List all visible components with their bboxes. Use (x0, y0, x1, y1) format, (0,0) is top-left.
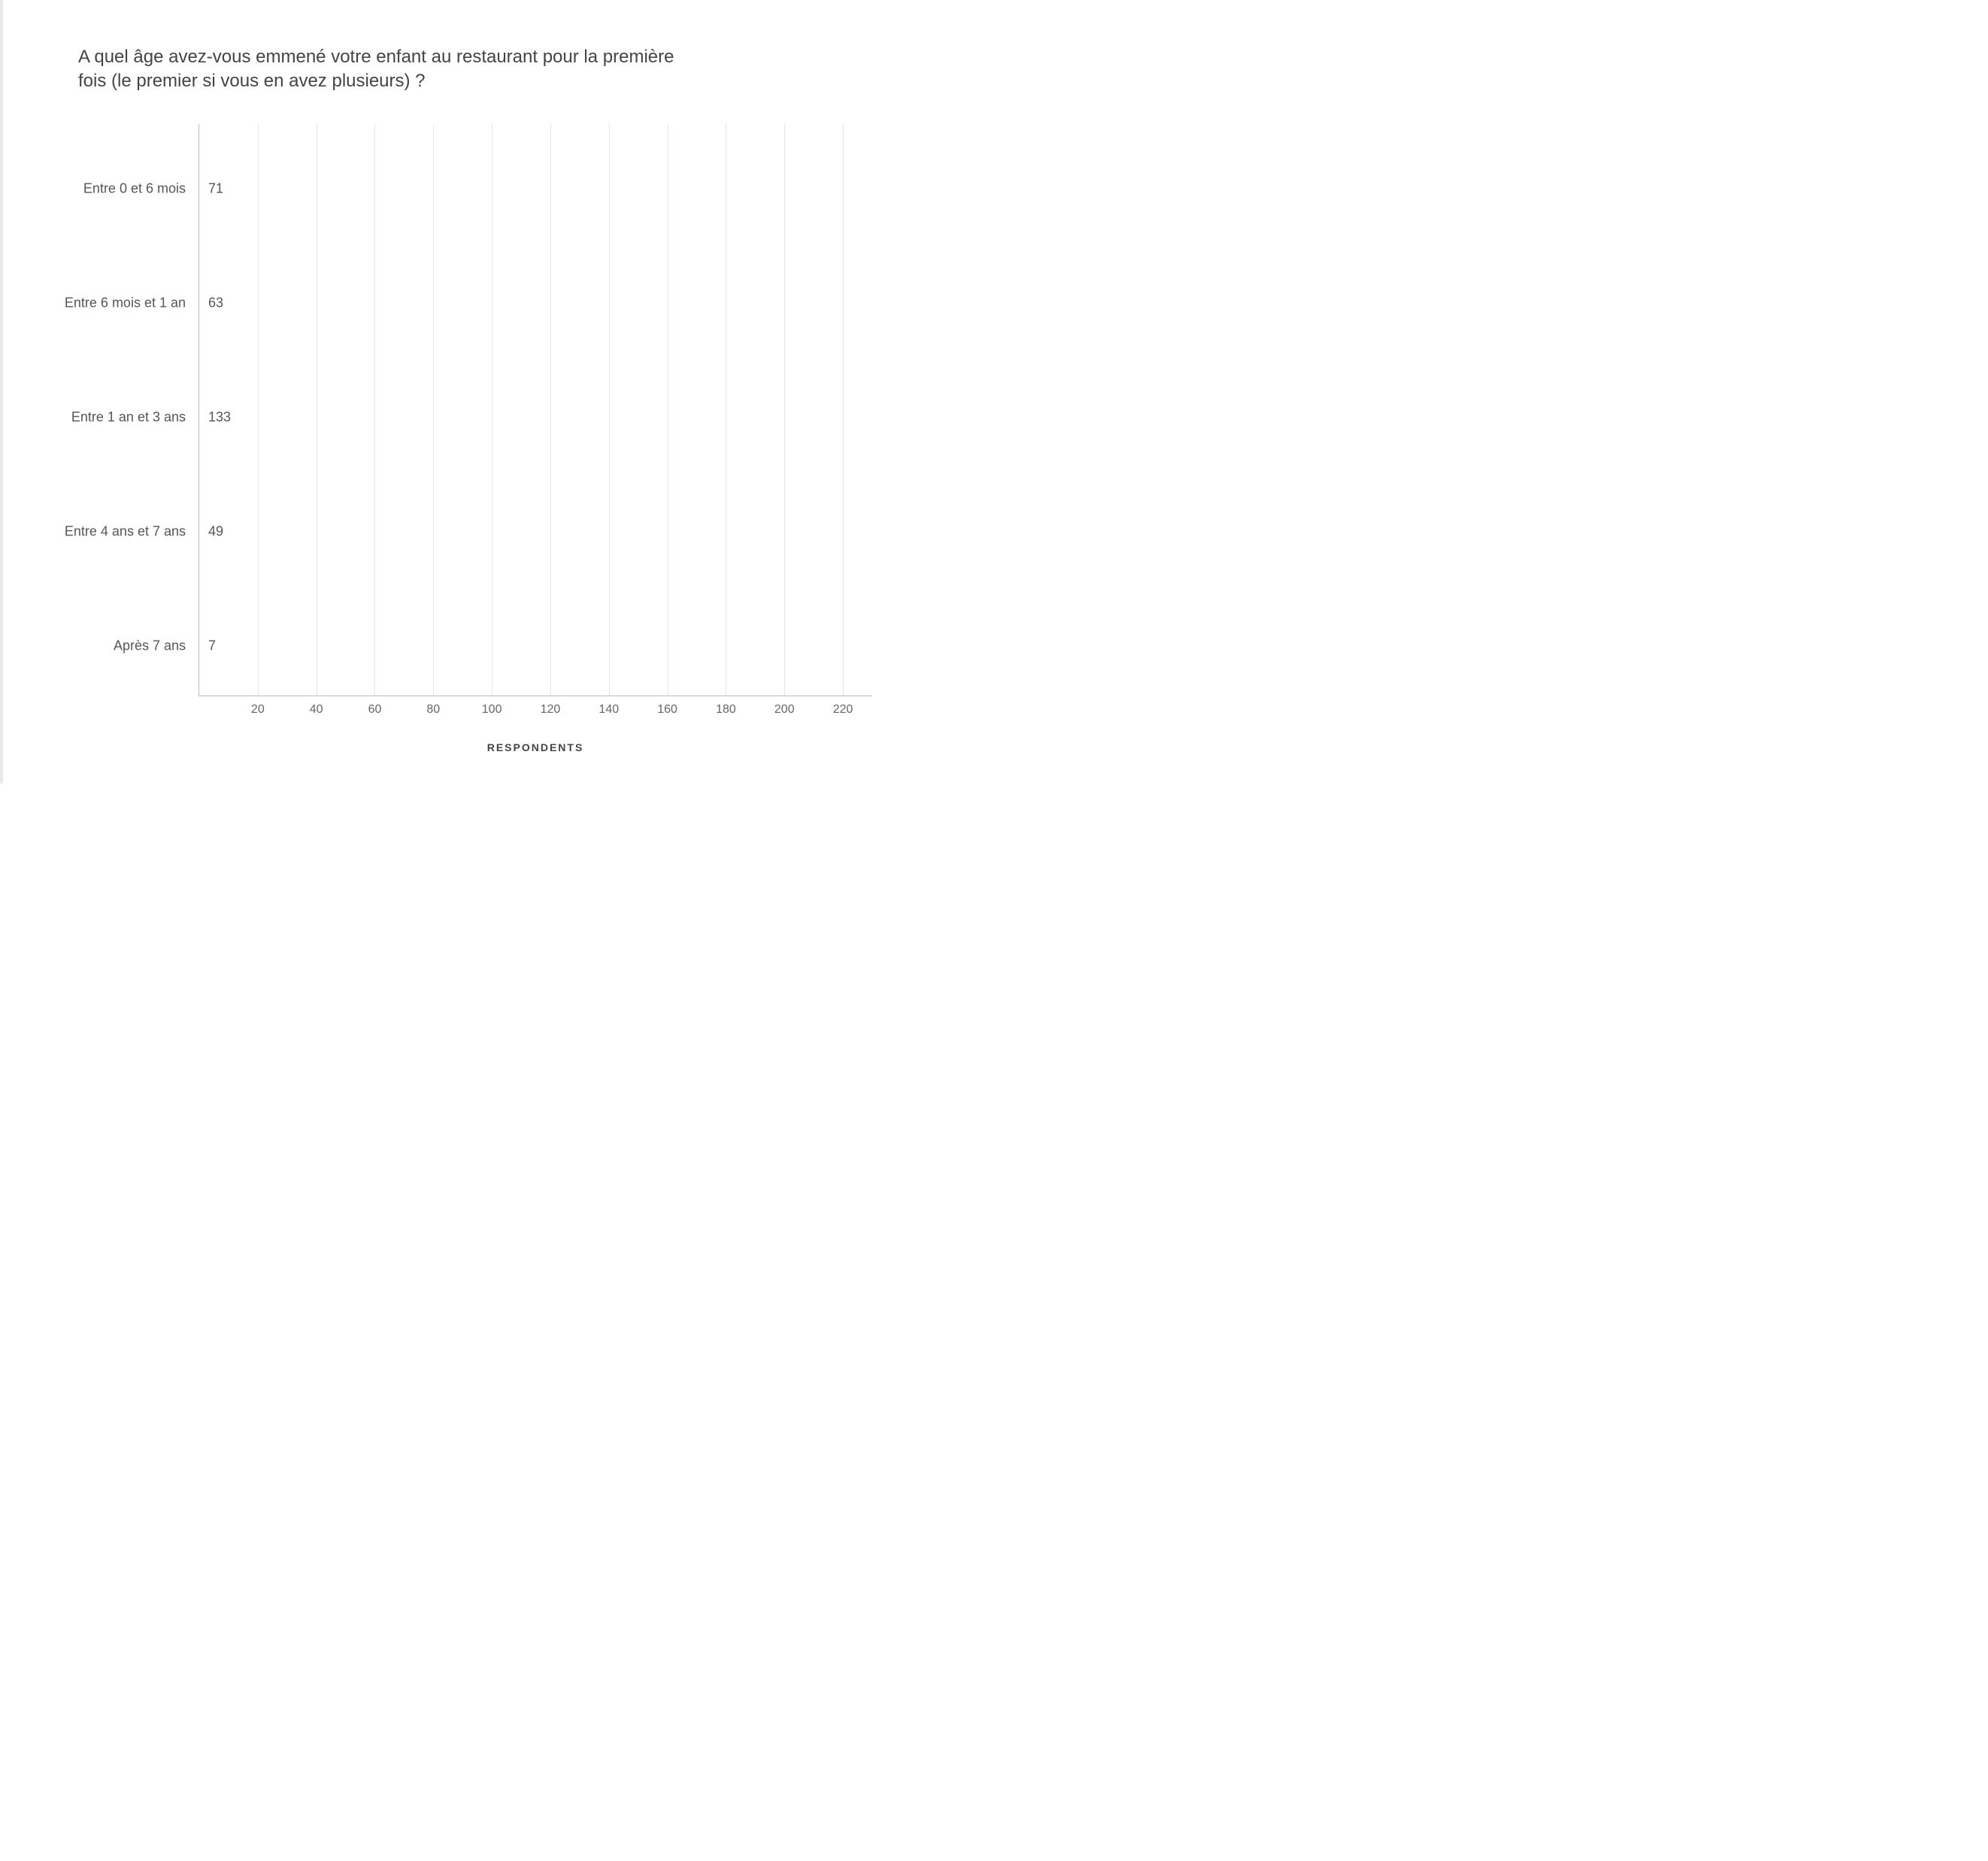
chart-container: A quel âge avez-vous emmené votre enfant… (0, 0, 902, 783)
bar-value-label: 71 (208, 180, 223, 196)
x-tick-label: 200 (774, 703, 795, 717)
category-label: Entre 6 mois et 1 an (65, 295, 186, 311)
x-tick-label: 120 (541, 703, 561, 717)
bar-value-label: 63 (208, 295, 223, 311)
bars-layer: Entre 0 et 6 mois71Entre 6 mois et 1 an6… (199, 124, 872, 696)
x-tick-label: 60 (368, 703, 382, 717)
bar-value-label: 7 (208, 638, 216, 653)
category-label: Entre 4 ans et 7 ans (65, 523, 186, 539)
x-tick-layer: 20 40 60 80 100 120 140 160 180 200 220 (199, 696, 872, 718)
category-label: Entre 0 et 6 mois (83, 180, 186, 196)
plot-area: Entre 0 et 6 mois71Entre 6 mois et 1 an6… (198, 124, 872, 696)
x-tick-label: 20 (251, 703, 265, 717)
x-axis-label: RESPONDENTS (198, 741, 872, 753)
bar-value-label: 133 (208, 409, 231, 425)
x-tick-label: 140 (599, 703, 619, 717)
x-tick-label: 180 (716, 703, 736, 717)
x-tick-label: 220 (833, 703, 853, 717)
x-tick-label: 40 (310, 703, 323, 717)
category-label: Entre 1 an et 3 ans (71, 409, 186, 425)
category-label: Après 7 ans (114, 638, 186, 653)
x-tick-label: 100 (482, 703, 502, 717)
chart-title: A quel âge avez-vous emmené votre enfant… (78, 45, 695, 94)
x-tick-label: 80 (426, 703, 440, 717)
bar-value-label: 49 (208, 523, 223, 539)
x-tick-label: 160 (657, 703, 677, 717)
